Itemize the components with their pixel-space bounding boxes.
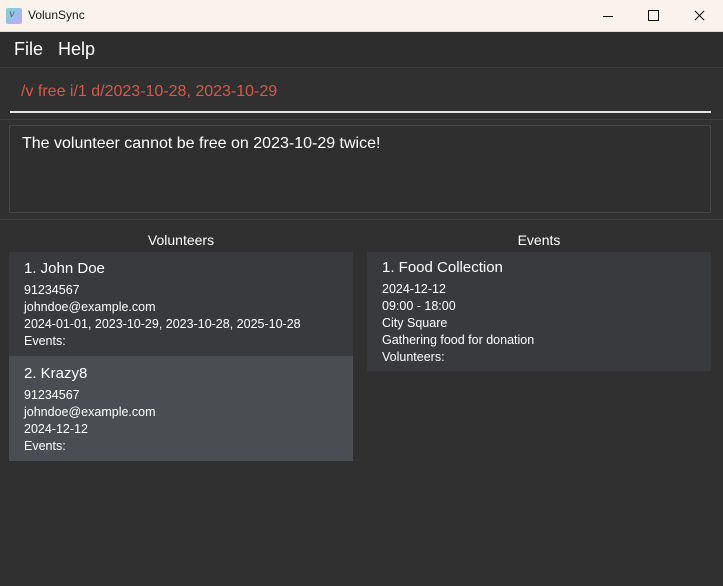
- events-heading: Events: [517, 232, 561, 248]
- event-time: 09:00 - 18:00: [382, 299, 456, 313]
- volunteer-dates: 2024-12-12: [24, 422, 88, 436]
- maximize-icon[interactable]: [631, 0, 677, 32]
- menu-bar: File Help: [0, 32, 723, 68]
- volunteer-events: Events:: [24, 334, 66, 348]
- volunteer-phone: 91234567: [24, 388, 80, 402]
- event-description: Gathering food for donation: [382, 333, 535, 347]
- event-card[interactable]: 1. Food Collection 2024-12-12 09:00 - 18…: [367, 252, 711, 371]
- volunteer-card-selected[interactable]: 2. Krazy8 91234567 johndoe@example.com 2…: [9, 356, 353, 461]
- command-text[interactable]: /v free i/1 d/2023-10-28, 2023-10-29: [21, 83, 277, 101]
- volunteer-card[interactable]: 1. John Doe 91234567 johndoe@example.com…: [9, 252, 353, 356]
- divider: [0, 119, 723, 120]
- event-location: City Square: [382, 316, 448, 330]
- volunteer-phone: 91234567: [24, 283, 80, 297]
- volunteers-heading: Volunteers: [147, 232, 215, 248]
- result-message: The volunteer cannot be free on 2023-10-…: [22, 135, 381, 152]
- divider: [0, 219, 723, 220]
- event-name: 1. Food Collection: [382, 259, 503, 276]
- volunteer-name: 1. John Doe: [24, 260, 105, 277]
- volunteer-dates: 2024-01-01, 2023-10-29, 2023-10-28, 2025…: [24, 317, 301, 331]
- menu-file[interactable]: File: [14, 39, 43, 60]
- window-title: VolunSync: [28, 8, 85, 22]
- menu-help[interactable]: Help: [58, 39, 95, 60]
- command-input[interactable]: /v free i/1 d/2023-10-28, 2023-10-29: [10, 72, 711, 113]
- volunteer-events: Events:: [24, 439, 66, 453]
- app-logo-icon: v: [6, 8, 22, 24]
- result-display[interactable]: The volunteer cannot be free on 2023-10-…: [9, 125, 711, 213]
- close-icon[interactable]: [677, 0, 723, 32]
- event-volunteers: Volunteers:: [382, 350, 445, 364]
- volunteer-email: johndoe@example.com: [24, 300, 156, 314]
- event-date: 2024-12-12: [382, 282, 446, 296]
- volunteer-email: johndoe@example.com: [24, 405, 156, 419]
- title-bar: v VolunSync: [0, 0, 723, 32]
- minimize-icon[interactable]: [585, 0, 631, 32]
- volunteer-name: 2. Krazy8: [24, 365, 88, 382]
